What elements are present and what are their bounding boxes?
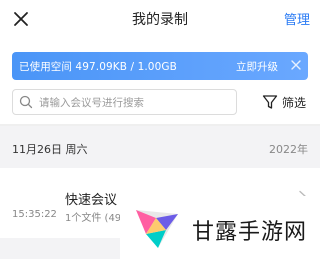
search-box[interactable] [12, 89, 237, 115]
search-icon [19, 95, 33, 109]
storage-usage-text: 已使用空间 497.09KB / 1.00GB [19, 61, 177, 73]
watermark-overlay: 甘露手游网 [120, 196, 320, 259]
upgrade-button[interactable]: 立即升级 [236, 59, 278, 74]
recording-time: 15:35:22 [12, 209, 57, 220]
recording-title: 快速会议 [65, 193, 118, 208]
header-bar: 我的录制 管理 [0, 0, 320, 40]
date-group-header: 11月26日 周六 2022年 [0, 126, 320, 168]
storage-banner: 已使用空间 497.09KB / 1.00GB 立即升级 [12, 52, 308, 80]
watermark-text: 甘露手游网 [192, 220, 308, 245]
filter-label: 筛选 [282, 96, 307, 110]
manage-button[interactable]: 管理 [284, 9, 310, 28]
group-year: 2022年 [269, 143, 308, 156]
page-title: 我的录制 [132, 12, 188, 28]
recording-file-count: 1个文件 (49 [65, 213, 122, 224]
search-input[interactable] [39, 94, 229, 111]
filter-icon [262, 95, 278, 109]
group-date: 11月26日 周六 [12, 143, 88, 156]
watermark-logo-icon [136, 210, 178, 248]
close-banner-icon[interactable] [290, 59, 302, 71]
